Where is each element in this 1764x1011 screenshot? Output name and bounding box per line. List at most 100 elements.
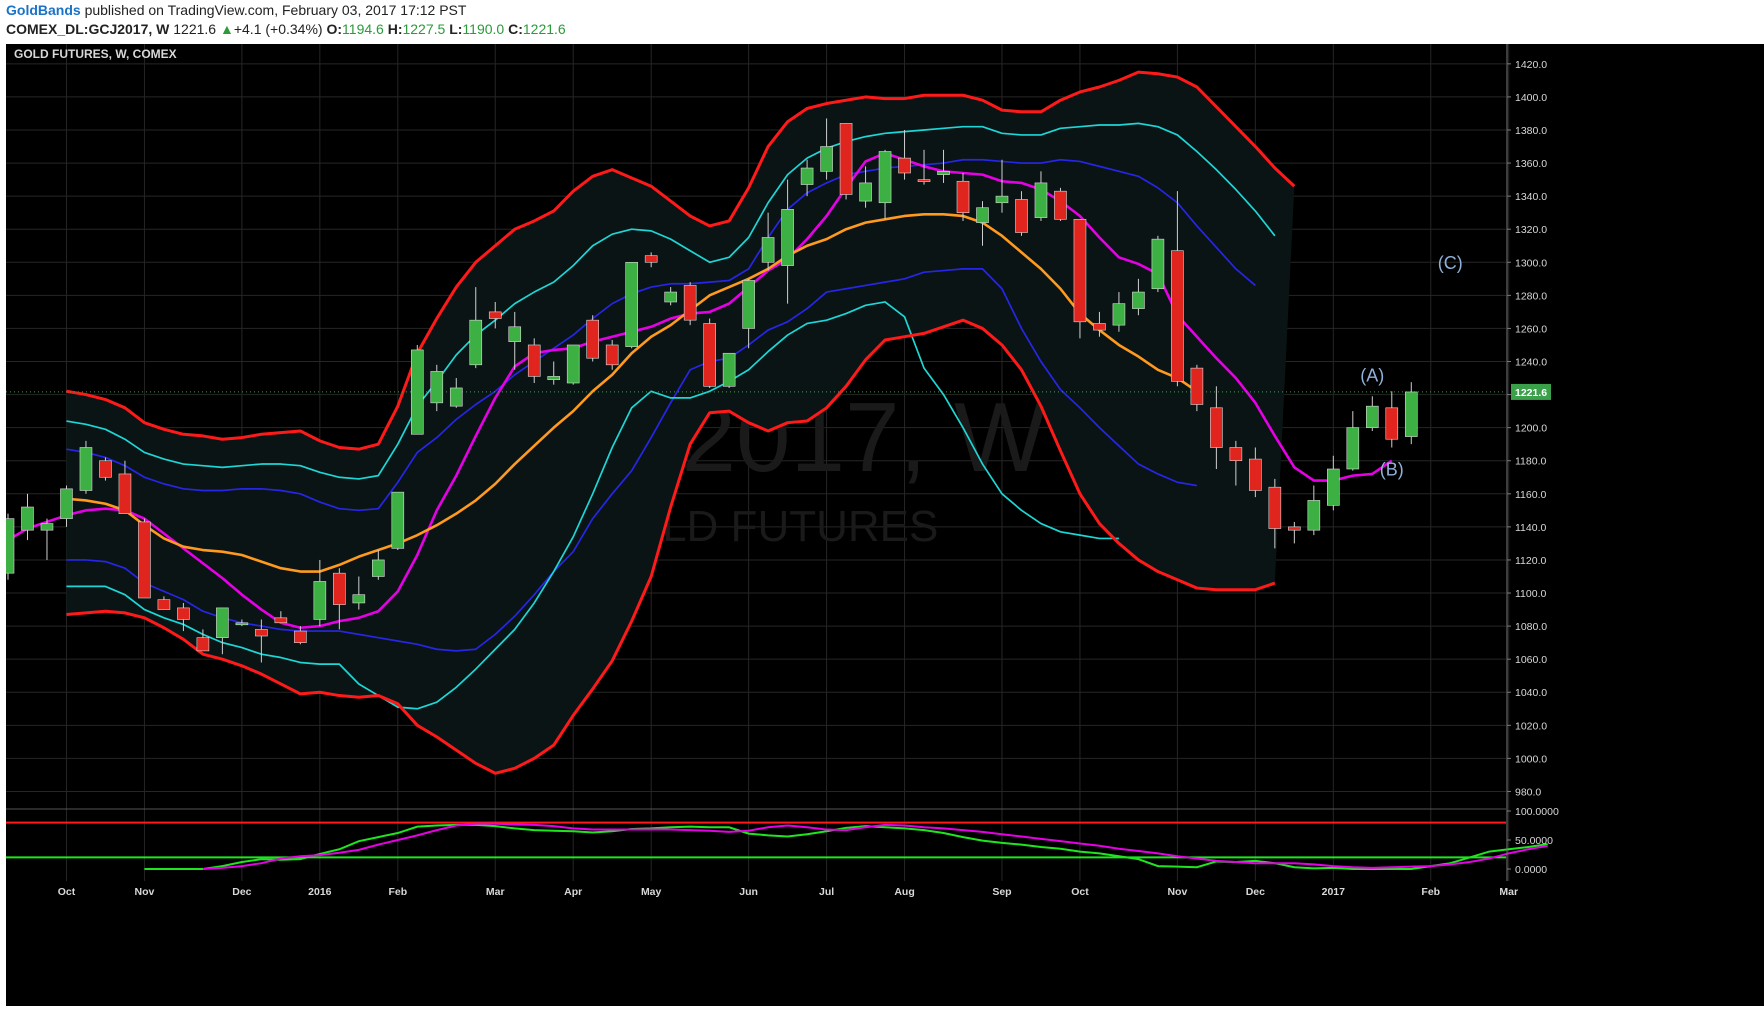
candle-body [313, 581, 327, 620]
candle-body [761, 237, 775, 263]
time-tick-label: Oct [1071, 886, 1089, 898]
candle-body [294, 630, 307, 643]
time-tick-label: May [641, 886, 662, 898]
price-tick-label: 1400.0 [1515, 92, 1547, 104]
candle-body [1171, 250, 1184, 382]
time-tick-label: Sep [992, 886, 1011, 898]
open-label: O: [326, 21, 343, 37]
candle-body [898, 157, 911, 174]
price-tick-label: 1260.0 [1515, 323, 1547, 335]
low-value: 1190.0 [462, 21, 505, 37]
candle-body [1366, 405, 1379, 428]
wave-label: (C) [1438, 253, 1463, 273]
candle-body [469, 319, 483, 366]
price-tick-label: 1180.0 [1515, 456, 1546, 468]
candle-body [937, 171, 950, 175]
candle-body [527, 344, 541, 377]
candle-body [781, 209, 794, 266]
candle-body [40, 523, 54, 531]
candle-body [391, 491, 405, 549]
candle-body [703, 323, 716, 387]
price-tick-label: 1380.0 [1515, 125, 1547, 137]
change-arrow-icon: ▲ [219, 21, 234, 37]
candle-body [1073, 218, 1087, 323]
close-value: 1221.6 [522, 21, 566, 37]
candle-body [722, 352, 736, 387]
price-tick-label: 1140.0 [1515, 522, 1546, 534]
time-tick-label: Apr [564, 886, 582, 898]
price-tick-label: 1160.0 [1515, 489, 1546, 501]
oscillator-pane [6, 808, 1548, 870]
candle-body [839, 123, 853, 195]
time-tick-label: Dec [1246, 886, 1265, 898]
chart-title: GOLD FUTURES, W, COMEX [14, 47, 177, 61]
time-tick-label: Feb [388, 886, 407, 898]
candle-body [1404, 391, 1418, 437]
candle-body [547, 376, 561, 380]
last-price-badge-label: 1221.6 [1515, 387, 1547, 399]
candle-body [683, 285, 697, 321]
candle-body [1385, 407, 1399, 440]
price-tick-label: 1320.0 [1515, 224, 1547, 236]
low-label: L: [449, 21, 463, 37]
price-tick-label: 1040.0 [1515, 687, 1547, 699]
time-tick-label: Aug [894, 886, 914, 898]
change-value: +4.1 (+0.34%) [233, 21, 323, 37]
candle-body [859, 182, 872, 202]
candle-body [605, 344, 619, 366]
candle-body [157, 599, 171, 610]
price-tick-label: 1060.0 [1515, 654, 1547, 666]
candle-body [1054, 190, 1067, 220]
price-tick-label: 1100.0 [1515, 588, 1546, 600]
candle-body [79, 447, 93, 491]
candle-body [255, 629, 268, 637]
wave-label: (A) [1360, 365, 1384, 385]
price-tick-label: 1020.0 [1515, 720, 1547, 732]
candle-body [235, 622, 249, 626]
published-text: published on TradingView.com, February 0… [84, 2, 467, 18]
candle-body [1093, 323, 1106, 331]
candle-body [138, 521, 151, 599]
last-price: 1221.6 [173, 21, 217, 37]
candle-body [878, 151, 892, 204]
candle-body [372, 559, 385, 577]
candle-body [274, 617, 288, 624]
time-tick-label: Feb [1421, 886, 1440, 898]
candle-body [333, 572, 346, 605]
candle-body [60, 488, 73, 519]
chart-svg[interactable]: GCJ2017, W GOLD FUTURES 980.01000.01020.… [1, 44, 1764, 1006]
candle-body [1210, 407, 1223, 448]
candle-body [1288, 526, 1301, 531]
candle-body [644, 255, 658, 263]
candle-body [177, 607, 190, 620]
time-tick-label: Nov [1167, 886, 1187, 898]
time-tick-label: Nov [135, 886, 155, 898]
candle-body [820, 146, 833, 172]
candle-body [1307, 500, 1321, 531]
candle-body [800, 167, 814, 185]
time-tick-label: Jun [739, 886, 758, 898]
candle-body [956, 180, 970, 213]
oscillator-series [144, 823, 1548, 870]
osc-tick-label: 0.0000 [1515, 864, 1547, 876]
candle-body [1190, 367, 1204, 405]
close-label: C: [508, 21, 523, 37]
candle-body [196, 637, 210, 652]
candle-body [410, 349, 424, 435]
ohlc-line: COMEX_DL:GCJ2017, W 1221.6 ▲+4.1 (+0.34%… [6, 21, 566, 41]
time-tick-label: Dec [232, 886, 251, 898]
candle-body [625, 261, 638, 347]
price-tick-label: 1420.0 [1515, 59, 1547, 71]
annotations: (C) (A) (B) [1360, 253, 1462, 480]
published-line: GoldBands published on TradingView.com, … [6, 2, 466, 22]
candle-body [1268, 486, 1282, 529]
osc-tick-label: 50.0000 [1515, 835, 1553, 847]
author-link[interactable]: GoldBands [6, 2, 81, 18]
time-tick-label: 2016 [308, 886, 332, 898]
high-value: 1227.5 [402, 21, 446, 37]
open-value: 1194.6 [342, 21, 384, 37]
candle-body [1249, 458, 1262, 491]
chart-area[interactable]: GCJ2017, W GOLD FUTURES 980.0 1000.0 1020.… [1, 44, 1764, 1006]
price-tick-label: 1120.0 [1515, 555, 1546, 567]
candle-body [1, 518, 15, 574]
